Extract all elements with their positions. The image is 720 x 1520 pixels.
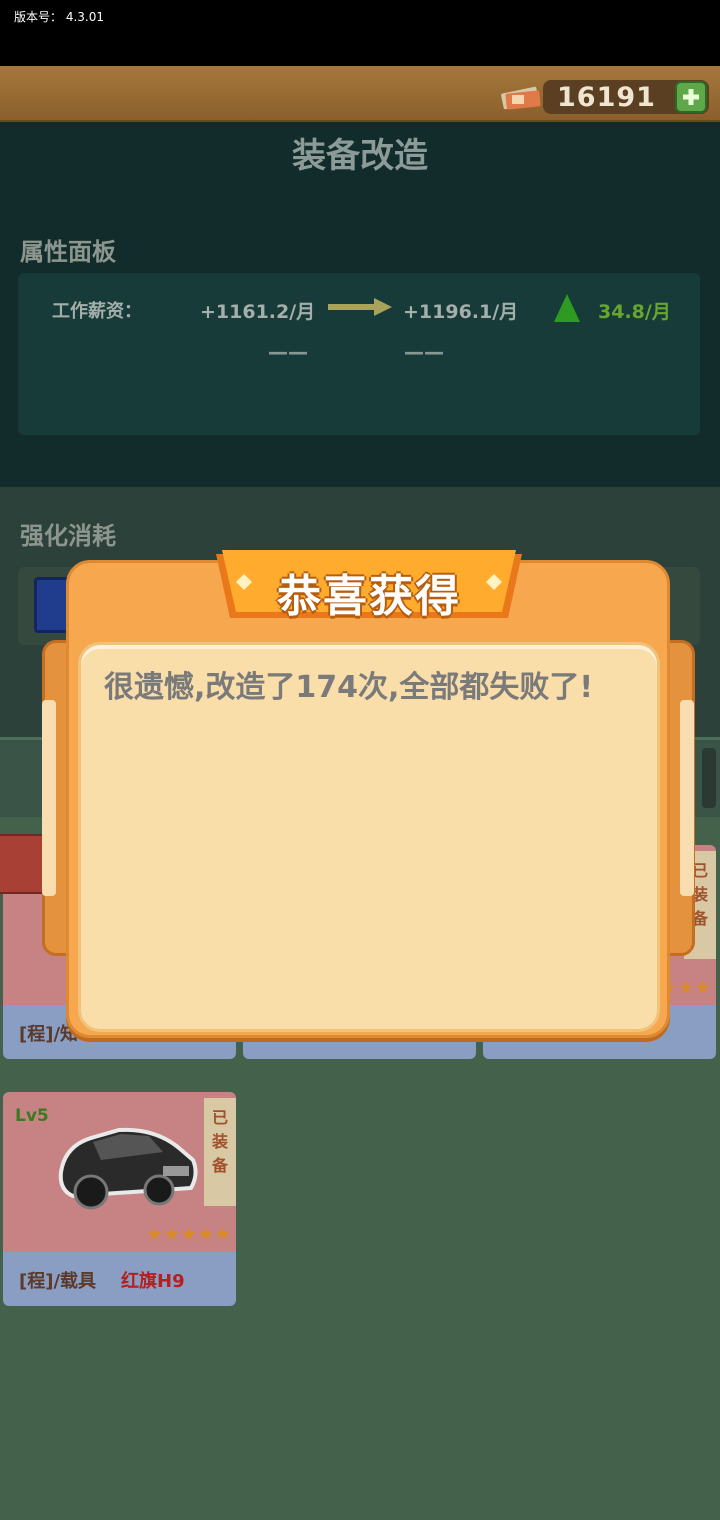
car-icon [58,1127,198,1210]
cost-section-title: 强化消耗 [20,522,116,550]
money-value: 16191 [557,82,656,113]
dash-new: —— [404,340,444,364]
prev-arrow-button[interactable] [0,834,46,894]
arrow-right-icon [328,298,392,316]
tab-right-edge[interactable] [702,748,716,808]
star-rating: ★★★★★ [146,1224,232,1245]
modal-message: 很遗憾,改造了174次,全部都失败了! [104,670,594,705]
modal-back-inner-right [680,700,694,896]
up-triangle-icon [554,294,580,322]
item-name: 红旗H9 [121,1271,185,1292]
item-level: Lv5 [15,1106,49,1126]
salary-label: 工作薪资： [52,301,142,322]
page-title: 装备改造 [292,136,428,176]
equipped-badge: 已 装 备 [204,1098,236,1206]
item-type: [程]/载具 [19,1271,97,1292]
modal-back-inner-left [42,700,56,896]
status-bar: 版本号： 4.3.01 [0,0,720,66]
add-money-button[interactable] [675,81,707,113]
item-card-hongqi[interactable]: Lv5 已 装 备 ★★★★★ [程]/载具 红旗H9 [3,1092,236,1306]
modal-title: 恭喜获得 [277,571,461,622]
top-bar: 16191 [0,66,720,122]
attribute-section-title: 属性面板 [20,238,116,266]
money-icon [501,86,541,110]
money-display: 16191 [543,80,709,114]
dash-old: —— [268,340,308,364]
version-label: 版本号： 4.3.01 [14,10,104,24]
salary-old-value: +1161.2/月 [200,301,316,323]
salary-new-value: +1196.1/月 [403,301,519,323]
salary-diff: 34.8/月 [598,301,671,323]
